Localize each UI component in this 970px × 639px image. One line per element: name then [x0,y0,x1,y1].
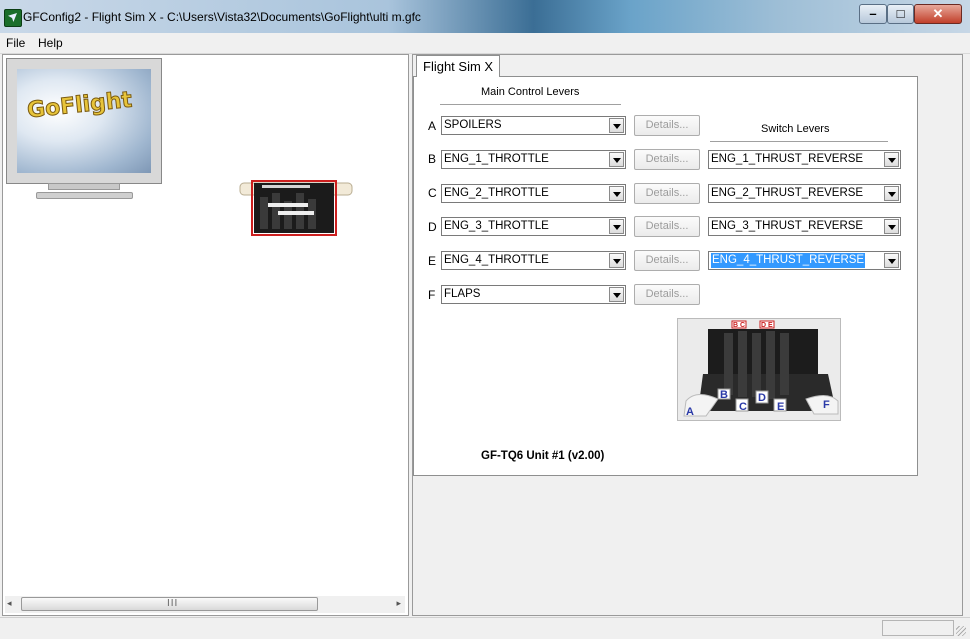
minimize-button[interactable]: – [859,4,887,24]
chevron-down-icon[interactable] [884,152,899,167]
chevron-down-icon[interactable] [609,219,624,234]
menu-help[interactable]: Help [38,36,63,50]
lever-f-value: FLAPS [444,288,481,300]
lever-e-value: ENG_4_THROTTLE [444,254,549,266]
preview-top-label-c: C [740,322,745,329]
chevron-down-icon[interactable] [609,287,624,302]
chevron-down-icon[interactable] [884,219,899,234]
switch-lever-1-select[interactable]: ENG_1_THRUST_REVERSE [708,150,901,169]
preview-top-label-d: D [761,322,766,329]
lever-b-value: ENG_1_THROTTLE [444,153,549,165]
lever-letter-d: D [428,220,437,234]
switch-lever-2-value: ENG_2_THRUST_REVERSE [711,187,864,199]
lever-letter-c: C [428,186,437,200]
scroll-right-icon[interactable]: ▸ [396,598,401,609]
throttle-quadrant-preview: A B C D E F B C D E [677,318,841,421]
throttle-quadrant-illustration: A B C D E F B C D E [678,319,840,420]
monitor-stand [48,183,120,190]
throttle-quadrant-device-icon[interactable] [238,179,356,237]
close-icon: ✕ [932,6,944,21]
chevron-down-icon[interactable] [609,253,624,268]
lever-letter-e: E [428,254,437,268]
device-list-pane[interactable]: GoFlight ◂ III ▸ [2,54,409,616]
lever-a-value: SPOILERS [444,119,502,131]
maximize-button[interactable]: □ [887,4,914,24]
switch-lever-3-value: ENG_3_THRUST_REVERSE [711,220,864,232]
close-button[interactable]: ✕ [914,4,962,24]
minimize-icon: – [869,6,877,21]
switch-lever-2-select[interactable]: ENG_2_THRUST_REVERSE [708,184,901,203]
preview-label-b: B [720,389,728,401]
switch-lever-3-select[interactable]: ENG_3_THRUST_REVERSE [708,217,901,236]
chevron-down-icon[interactable] [609,152,624,167]
chevron-down-icon[interactable] [884,186,899,201]
preview-label-e: E [777,401,784,413]
switch-lever-4-value: ENG_4_THRUST_REVERSE [711,253,866,268]
preview-label-f: F [823,399,830,411]
preview-label-c: C [739,401,747,413]
scroll-left-icon[interactable]: ◂ [7,598,12,609]
switch-levers-heading: Switch Levers [761,123,830,135]
window-title: GFConfig2 - Flight Sim X - C:\Users\Vist… [23,10,421,24]
resize-grip-icon[interactable] [956,626,966,636]
status-bar [0,617,970,639]
details-button-a[interactable]: Details... [634,115,700,136]
menu-bar: File Help [0,33,970,54]
tab-flight-sim-x[interactable]: Flight Sim X [416,55,501,77]
details-button-f[interactable]: Details... [634,284,700,305]
details-button-b[interactable]: Details... [634,149,700,170]
details-button-e[interactable]: Details... [634,250,700,271]
maximize-icon: □ [896,6,905,21]
chevron-down-icon[interactable] [609,118,624,133]
lever-b-select[interactable]: ENG_1_THROTTLE [441,150,626,169]
switch-lever-1-value: ENG_1_THRUST_REVERSE [711,153,864,165]
lever-letter-a: A [428,119,437,133]
details-button-c[interactable]: Details... [634,183,700,204]
main-levers-divider [440,104,621,106]
preview-label-a: A [686,406,694,418]
goflight-monitor-icon[interactable]: GoFlight [6,58,162,184]
scroll-grip: III [167,598,179,609]
tab-panel [413,76,918,476]
lever-f-select[interactable]: FLAPS [441,285,626,304]
title-bar[interactable]: GFConfig2 - Flight Sim X - C:\Users\Vist… [0,0,970,33]
lever-c-select[interactable]: ENG_2_THROTTLE [441,184,626,203]
status-panel [882,620,954,636]
lever-a-select[interactable]: SPOILERS [441,116,626,135]
lever-d-value: ENG_3_THROTTLE [444,220,549,232]
lever-letter-b: B [428,152,437,166]
chevron-down-icon[interactable] [609,186,624,201]
scroll-thumb[interactable]: III [21,597,318,611]
lever-c-value: ENG_2_THROTTLE [444,187,549,199]
switch-lever-4-select[interactable]: ENG_4_THRUST_REVERSE [708,251,901,270]
switch-levers-divider [710,141,888,143]
preview-top-label-b: B [733,322,738,329]
lever-e-select[interactable]: ENG_4_THROTTLE [441,251,626,270]
preview-top-label-e: E [768,322,773,329]
menu-file[interactable]: File [6,36,25,50]
unit-label: GF-TQ6 Unit #1 (v2.00) [481,450,605,462]
monitor-base [36,192,133,199]
details-button-d[interactable]: Details... [634,216,700,237]
horizontal-scrollbar[interactable]: ◂ III ▸ [5,596,405,613]
main-levers-heading: Main Control Levers [481,86,580,98]
lever-d-select[interactable]: ENG_3_THROTTLE [441,217,626,236]
preview-label-d: D [758,392,766,404]
lever-letter-f: F [428,288,436,302]
chevron-down-icon[interactable] [884,253,899,268]
app-icon[interactable] [4,9,22,27]
